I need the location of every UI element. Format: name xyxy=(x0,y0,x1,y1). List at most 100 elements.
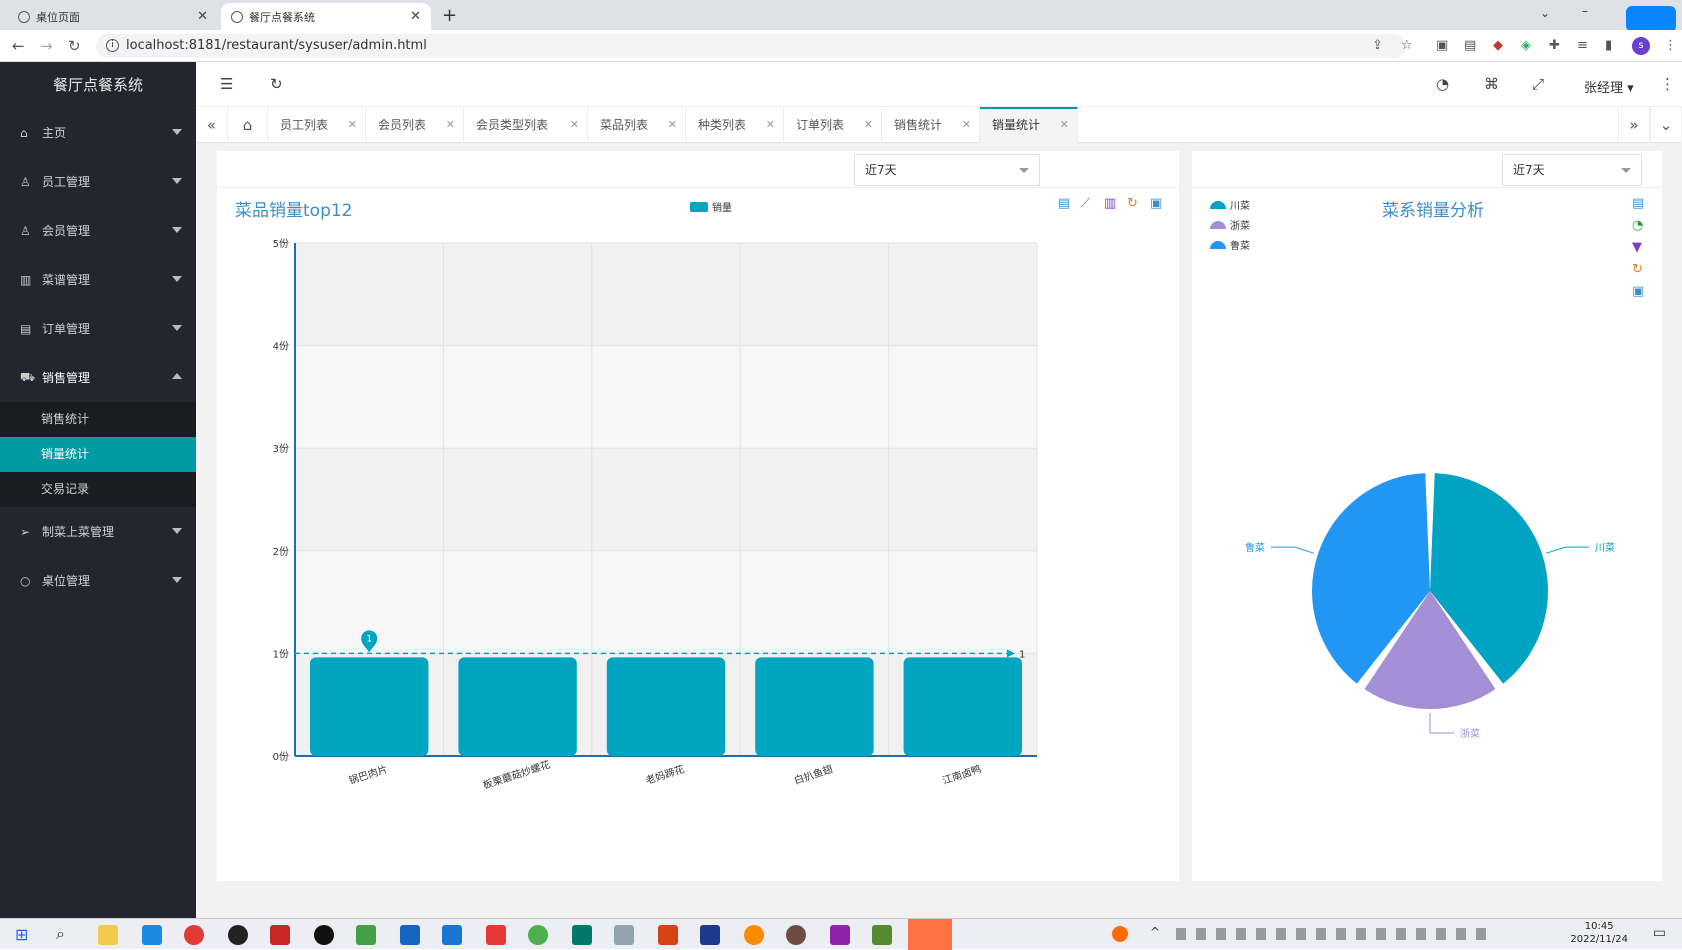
submenu-item-transactions[interactable]: 交易记录 xyxy=(0,472,196,507)
game-icon[interactable] xyxy=(786,925,806,945)
sidebar: 餐厅点餐系统 ⌂ 主页 ♙ 员工管理 ♙ 会员管理 ▥ 菜谱管理 ▤ 订单管理 ⛟ 销售管理… xyxy=(0,62,196,918)
tab-menu-chevron-icon[interactable]: ⌄ xyxy=(1650,107,1682,143)
profile-avatar[interactable]: s xyxy=(1632,37,1650,55)
shield-icon[interactable]: ◆ xyxy=(1493,38,1503,53)
sync-icon[interactable] xyxy=(356,925,376,945)
sidebar-item-tables[interactable]: ○ 桌位管理 xyxy=(0,556,196,605)
app-icon[interactable] xyxy=(658,925,678,945)
wechat-icon[interactable] xyxy=(528,925,548,945)
pdf-icon[interactable] xyxy=(486,925,506,945)
close-icon[interactable]: ✕ xyxy=(962,107,971,143)
ide-icon[interactable] xyxy=(270,925,290,945)
pie-slice-label: 浙菜 xyxy=(1460,728,1480,740)
grid-band xyxy=(295,448,1037,551)
menu-icon[interactable]: ⋮ xyxy=(1664,38,1677,53)
tab-order-list[interactable]: 订单列表 ✕ xyxy=(784,107,882,143)
url-text: localhost:8181/restaurant/sysuser/admin.… xyxy=(126,38,427,53)
scroll-left-icon[interactable]: « xyxy=(196,107,228,143)
tab-staff-list[interactable]: 员工列表 ✕ xyxy=(268,107,366,143)
minimize-icon[interactable]: – xyxy=(1582,4,1588,18)
y-tick-label: 3份 xyxy=(273,443,289,455)
share-icon[interactable]: ⇪ xyxy=(1372,38,1383,53)
star-icon[interactable]: ☆ xyxy=(1401,38,1413,53)
tab-search-icon[interactable]: ⌄ xyxy=(1540,6,1550,20)
camera-icon[interactable]: ▣ xyxy=(1436,38,1448,53)
tab-sales-stats[interactable]: 销售统计 ✕ xyxy=(882,107,980,143)
tray-icons[interactable] xyxy=(1176,928,1486,940)
tab-member-list[interactable]: 会员列表 ✕ xyxy=(366,107,464,143)
browser-tab-1[interactable]: 桌位页面 ✕ xyxy=(8,3,218,30)
submenu-item-volume-stats[interactable]: 销量统计 xyxy=(0,437,196,472)
system-clock[interactable]: 10:45 2022/11/24 xyxy=(1570,920,1628,946)
url-field[interactable]: i localhost:8181/restaurant/sysuser/admi… xyxy=(96,34,1406,58)
tag-icon[interactable]: ⌘ xyxy=(1484,75,1499,93)
mail-icon[interactable] xyxy=(442,925,462,945)
tray-chevron-icon[interactable]: ^ xyxy=(1150,925,1160,939)
scroll-right-icon[interactable]: » xyxy=(1618,107,1650,143)
sidebar-item-kitchen[interactable]: ➢ 制菜上菜管理 xyxy=(0,507,196,556)
close-icon[interactable]: ✕ xyxy=(348,107,357,143)
word-icon[interactable] xyxy=(700,925,720,945)
chrome-icon[interactable] xyxy=(184,925,204,945)
folder-icon[interactable] xyxy=(98,925,118,945)
info-icon[interactable]: i xyxy=(106,39,119,52)
theme-icon[interactable]: ◔ xyxy=(1436,75,1449,93)
close-icon[interactable]: ✕ xyxy=(570,107,579,143)
close-icon[interactable]: ✕ xyxy=(864,107,873,143)
tab-member-type-list[interactable]: 会员类型列表 ✕ xyxy=(464,107,588,143)
search-icon[interactable]: ⌕ xyxy=(56,924,65,944)
bar xyxy=(458,657,577,756)
close-icon[interactable]: ✕ xyxy=(410,9,421,24)
editor-icon[interactable] xyxy=(872,925,892,945)
menu-toggle-icon[interactable]: ☰ xyxy=(220,75,233,93)
sidebar-item-staff[interactable]: ♙ 员工管理 xyxy=(0,157,196,206)
refresh-icon[interactable]: ↻ xyxy=(270,75,283,93)
image-icon[interactable]: ▤ xyxy=(1464,38,1476,53)
cart-icon: ⛟ xyxy=(20,369,36,384)
tab-category-list[interactable]: 种类列表 ✕ xyxy=(686,107,784,143)
tray-icon[interactable] xyxy=(1112,926,1128,942)
windows-start-icon[interactable]: ⊞ xyxy=(15,925,28,944)
browser-tab-2[interactable]: 餐厅点餐系统 ✕ xyxy=(221,3,431,30)
tab-dish-list[interactable]: 菜品列表 ✕ xyxy=(588,107,686,143)
globe-icon xyxy=(231,10,243,23)
store-icon[interactable] xyxy=(400,925,420,945)
sidebar-toggle-icon[interactable]: ▮ xyxy=(1605,38,1612,53)
reload-icon[interactable]: ↻ xyxy=(68,37,81,55)
webstorm-icon[interactable] xyxy=(572,925,592,945)
sidebar-item-orders[interactable]: ▤ 订单管理 xyxy=(0,304,196,353)
forward-icon[interactable]: → xyxy=(40,37,53,55)
extension-icon[interactable]: ◈ xyxy=(1521,38,1531,53)
sidebar-item-members[interactable]: ♙ 会员管理 xyxy=(0,206,196,255)
submenu-item-sales-stats[interactable]: 销售统计 xyxy=(0,402,196,437)
recorder-active-icon[interactable] xyxy=(908,919,952,950)
chevron-down-icon xyxy=(172,227,182,233)
close-icon[interactable]: ✕ xyxy=(1060,109,1069,141)
sidebar-item-home[interactable]: ⌂ 主页 xyxy=(0,108,196,157)
pie-slice-label: 鲁菜 xyxy=(1245,541,1265,554)
tab-volume-stats[interactable]: 销量统计 ✕ xyxy=(980,107,1078,143)
qq-icon[interactable] xyxy=(228,925,248,945)
image-viewer-icon[interactable] xyxy=(614,925,634,945)
browser-icon[interactable] xyxy=(744,925,764,945)
record-icon[interactable] xyxy=(314,925,334,945)
app-icon[interactable] xyxy=(142,925,162,945)
close-icon[interactable]: ✕ xyxy=(766,107,775,143)
close-icon[interactable]: ✕ xyxy=(446,107,455,143)
home-tab-icon[interactable]: ⌂ xyxy=(228,107,268,143)
new-tab-button[interactable]: + xyxy=(442,5,457,26)
cloud-app-icon[interactable] xyxy=(1626,6,1676,32)
app-icon[interactable] xyxy=(830,925,850,945)
close-icon[interactable]: ✕ xyxy=(668,107,677,143)
queue-icon[interactable]: ≡ xyxy=(1577,38,1588,53)
sidebar-item-sales[interactable]: ⛟ 销售管理 xyxy=(0,353,196,402)
fullscreen-icon[interactable]: ⤢ xyxy=(1532,75,1544,93)
back-icon[interactable]: ← xyxy=(12,37,25,55)
notification-icon[interactable]: ▭ xyxy=(1653,925,1666,941)
sidebar-item-menu[interactable]: ▥ 菜谱管理 xyxy=(0,255,196,304)
puzzle-icon[interactable]: ✚ xyxy=(1549,38,1560,53)
close-icon[interactable]: ✕ xyxy=(197,9,208,24)
user-menu[interactable]: 张经理 ▾ xyxy=(1584,77,1634,96)
more-icon[interactable]: ⋮ xyxy=(1660,75,1675,93)
chevron-down-icon xyxy=(172,276,182,282)
